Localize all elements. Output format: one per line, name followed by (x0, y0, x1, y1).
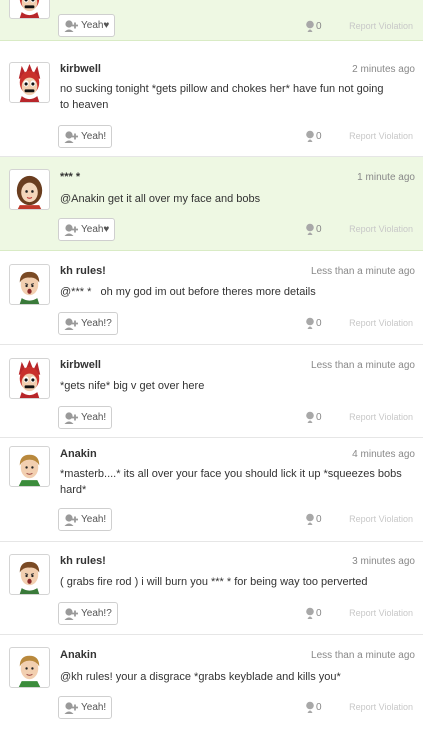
report-violation-link[interactable]: Report Violation (349, 224, 413, 234)
yeah-button[interactable]: Yeah♥ (58, 218, 116, 241)
empathy-count-value: 0 (316, 317, 322, 329)
anakin-mii-avatar[interactable] (9, 446, 50, 487)
post-timestamp: 1 minute ago (357, 172, 415, 183)
post-timestamp: Less than a minute ago (311, 650, 415, 661)
post-author[interactable]: Anakin (60, 649, 97, 661)
post-item: *** * 1 minute ago @Anakin get it all ov… (0, 157, 423, 251)
yeah-label: Yeah! (81, 412, 107, 423)
mii-head-icon (305, 223, 315, 235)
post-timestamp: Less than a minute ago (311, 266, 415, 277)
kirbwell-mii-avatar[interactable] (9, 62, 50, 103)
report-violation-link[interactable]: Report Violation (349, 514, 413, 524)
mii-head-icon (305, 701, 315, 713)
post-body: no sucking tonight *gets pillow and chok… (60, 83, 384, 111)
mii-head-icon (305, 130, 315, 142)
yeah-button[interactable]: Yeah! (58, 696, 113, 719)
yeah-button[interactable]: Yeah!? (58, 312, 118, 335)
yeah-mii-plus-icon (63, 223, 79, 237)
post-body: @kh rules! your a disgrace *grabs keybla… (60, 671, 341, 683)
post-timestamp: 3 minutes ago (352, 556, 415, 567)
post-body: @Anakin get it all over my face and bobs (60, 193, 261, 205)
report-violation-link[interactable]: Report Violation (349, 608, 413, 618)
anakin-mii-avatar[interactable] (9, 647, 50, 688)
post-timestamp: 4 minutes ago (352, 449, 415, 460)
post-author[interactable]: kirbwell (60, 63, 101, 75)
empathy-count-value: 0 (316, 223, 322, 235)
post-body: @*** * oh my god im out before theres mo… (60, 286, 316, 298)
mii-head-icon (305, 20, 315, 32)
empathy-count: 0 (305, 19, 322, 33)
female-mii-avatar[interactable] (9, 169, 50, 210)
post-author[interactable]: kh rules! (60, 265, 106, 277)
yeah-label: Yeah!? (81, 318, 112, 329)
yeah-button[interactable]: Yeah! (58, 406, 113, 429)
post-item: kirbwell 2 minutes ago no sucking tonigh… (0, 41, 423, 157)
empathy-count: 0 (305, 606, 322, 620)
report-violation-link[interactable]: Report Violation (349, 131, 413, 141)
yeah-mii-plus-icon (63, 411, 79, 425)
report-violation-link[interactable]: Report Violation (349, 318, 413, 328)
yeah-mii-plus-icon (63, 317, 79, 331)
post-author[interactable]: Anakin (60, 448, 97, 460)
yeah-label: Yeah! (81, 702, 107, 713)
mii-head-icon (305, 411, 315, 423)
mii-head-icon (305, 607, 315, 619)
post-body: *gets nife* big v get over here (60, 380, 205, 392)
kh-rules-mii-avatar[interactable] (9, 264, 50, 305)
post-item: kh rules! Less than a minute ago @*** * … (0, 251, 423, 345)
yeah-mii-plus-icon (63, 701, 79, 715)
yeah-label: Yeah! (81, 131, 107, 142)
empathy-count-value: 0 (316, 607, 322, 619)
post-author[interactable]: kh rules! (60, 555, 106, 567)
yeah-button[interactable]: Yeah! (58, 508, 113, 531)
yeah-button[interactable]: Yeah! (58, 125, 113, 148)
empathy-count-value: 0 (316, 513, 322, 525)
empathy-count: 0 (305, 700, 322, 714)
mii-head-icon (305, 513, 315, 525)
yeah-label: Yeah!? (81, 608, 112, 619)
post-item: Yeah♥ 0 Report Violation (0, 0, 423, 41)
yeah-mii-plus-icon (63, 513, 79, 527)
yeah-button[interactable]: Yeah♥ (58, 14, 116, 37)
mii-head-icon (305, 317, 315, 329)
post-author[interactable]: kirbwell (60, 359, 101, 371)
empathy-count: 0 (305, 129, 322, 143)
report-violation-link[interactable]: Report Violation (349, 702, 413, 712)
post-item: kirbwell Less than a minute ago *gets ni… (0, 345, 423, 438)
kirbwell-mii-avatar[interactable] (9, 0, 50, 19)
post-body: ( grabs fire rod ) i will burn you *** *… (60, 576, 368, 588)
yeah-label: Yeah♥ (81, 20, 110, 31)
empathy-count-value: 0 (316, 130, 322, 142)
yeah-mii-plus-icon (63, 130, 79, 144)
post-item: Anakin 4 minutes ago *masterb....* its a… (0, 438, 423, 542)
post-timestamp: Less than a minute ago (311, 360, 415, 371)
yeah-label: Yeah! (81, 514, 107, 525)
kh-rules-mii-avatar[interactable] (9, 554, 50, 595)
post-author[interactable]: *** * (60, 171, 80, 183)
post-body: *masterb....* its all over your face you… (60, 468, 402, 496)
yeah-label: Yeah♥ (81, 224, 110, 235)
empathy-count-value: 0 (316, 20, 322, 32)
yeah-mii-plus-icon (63, 19, 79, 33)
empathy-count: 0 (305, 316, 322, 330)
empathy-count: 0 (305, 512, 322, 526)
kirbwell-mii-avatar[interactable] (9, 358, 50, 399)
report-violation-link[interactable]: Report Violation (349, 412, 413, 422)
report-violation-link[interactable]: Report Violation (349, 21, 413, 31)
empathy-count-value: 0 (316, 411, 322, 423)
empathy-count-value: 0 (316, 701, 322, 713)
yeah-button[interactable]: Yeah!? (58, 602, 118, 625)
empathy-count: 0 (305, 222, 322, 236)
empathy-count: 0 (305, 410, 322, 424)
post-timestamp: 2 minutes ago (352, 64, 415, 75)
post-item: kh rules! 3 minutes ago ( grabs fire rod… (0, 542, 423, 635)
yeah-mii-plus-icon (63, 607, 79, 621)
post-item: Anakin Less than a minute ago @kh rules!… (0, 635, 423, 750)
